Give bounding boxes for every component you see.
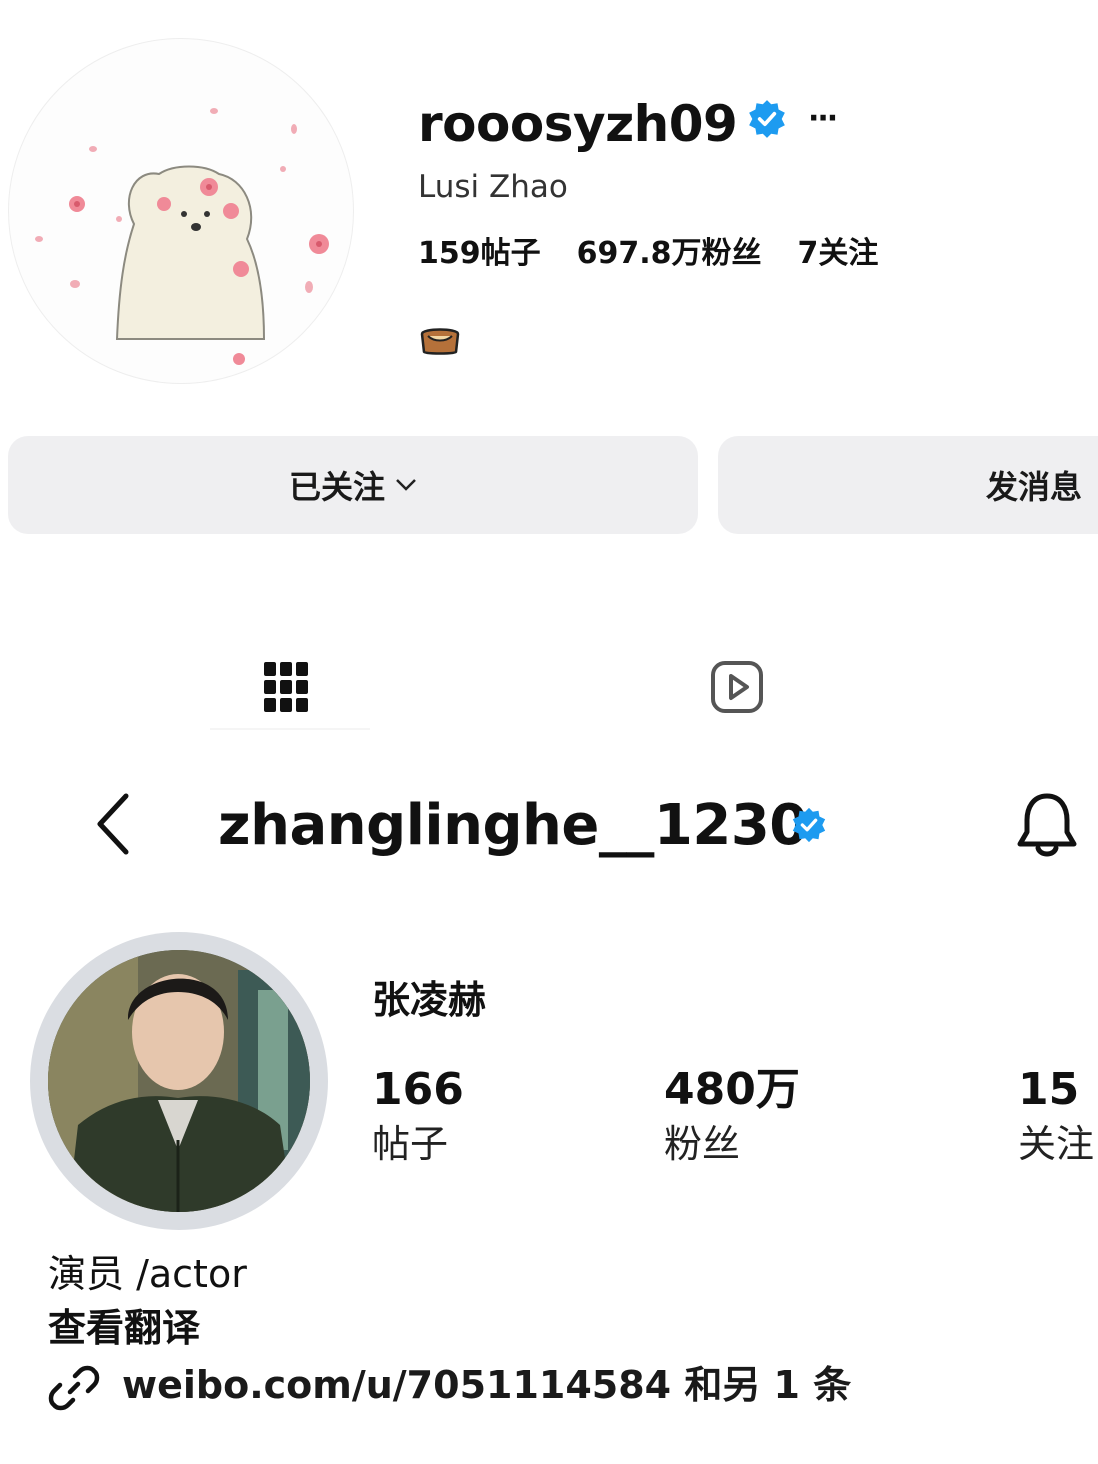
posts-count[interactable]: 166	[372, 1064, 464, 1116]
verified-badge-icon	[792, 807, 826, 843]
message-button-label: 发消息	[986, 468, 1083, 506]
chevron-down-icon	[396, 479, 416, 491]
tab-indicator	[210, 728, 370, 730]
following-button-label: 已关注	[288, 468, 385, 506]
followers-count[interactable]: 697.8万粉丝	[577, 234, 762, 274]
profile-full-name: Lusi Zhao	[418, 169, 568, 205]
following-count[interactable]: 15	[1018, 1064, 1079, 1116]
following-dropdown-button[interactable]: 已关注	[8, 436, 698, 534]
portrait-photo	[48, 950, 310, 1212]
external-link[interactable]: weibo.com/u/7051114584 和另 1 条	[122, 1360, 851, 1410]
reels-icon[interactable]	[710, 660, 764, 714]
profile-avatar[interactable]	[8, 38, 354, 384]
see-translation-link[interactable]: 查看翻译	[48, 1304, 200, 1352]
posts-count[interactable]: 159帖子	[418, 234, 541, 274]
followers-count[interactable]: 480万	[664, 1064, 800, 1116]
back-arrow-icon[interactable]	[92, 792, 136, 856]
grid-icon[interactable]	[262, 660, 310, 714]
bread-emoji-icon	[420, 328, 460, 355]
profile-username: rooosyzh09	[418, 95, 738, 153]
link-icon	[48, 1365, 100, 1411]
profile-username: zhanglinghe__1230	[218, 793, 808, 858]
profile-avatar[interactable]	[48, 950, 310, 1212]
profile-bio: 演员 /actor	[48, 1252, 247, 1296]
message-button[interactable]: 发消息	[718, 436, 1098, 534]
following-label[interactable]: 关注	[1018, 1120, 1094, 1168]
followers-label[interactable]: 粉丝	[664, 1120, 740, 1168]
profile-stats: 159帖子 697.8万粉丝 7关注	[418, 234, 878, 274]
notification-bell-icon[interactable]	[1014, 790, 1080, 860]
more-options-icon[interactable]: ···	[808, 104, 838, 134]
posts-label[interactable]: 帖子	[372, 1120, 448, 1168]
profile-full-name: 张凌赫	[372, 978, 487, 1022]
following-count[interactable]: 7关注	[798, 234, 879, 274]
dog-illustration	[35, 108, 329, 365]
verified-badge-icon	[749, 100, 785, 138]
